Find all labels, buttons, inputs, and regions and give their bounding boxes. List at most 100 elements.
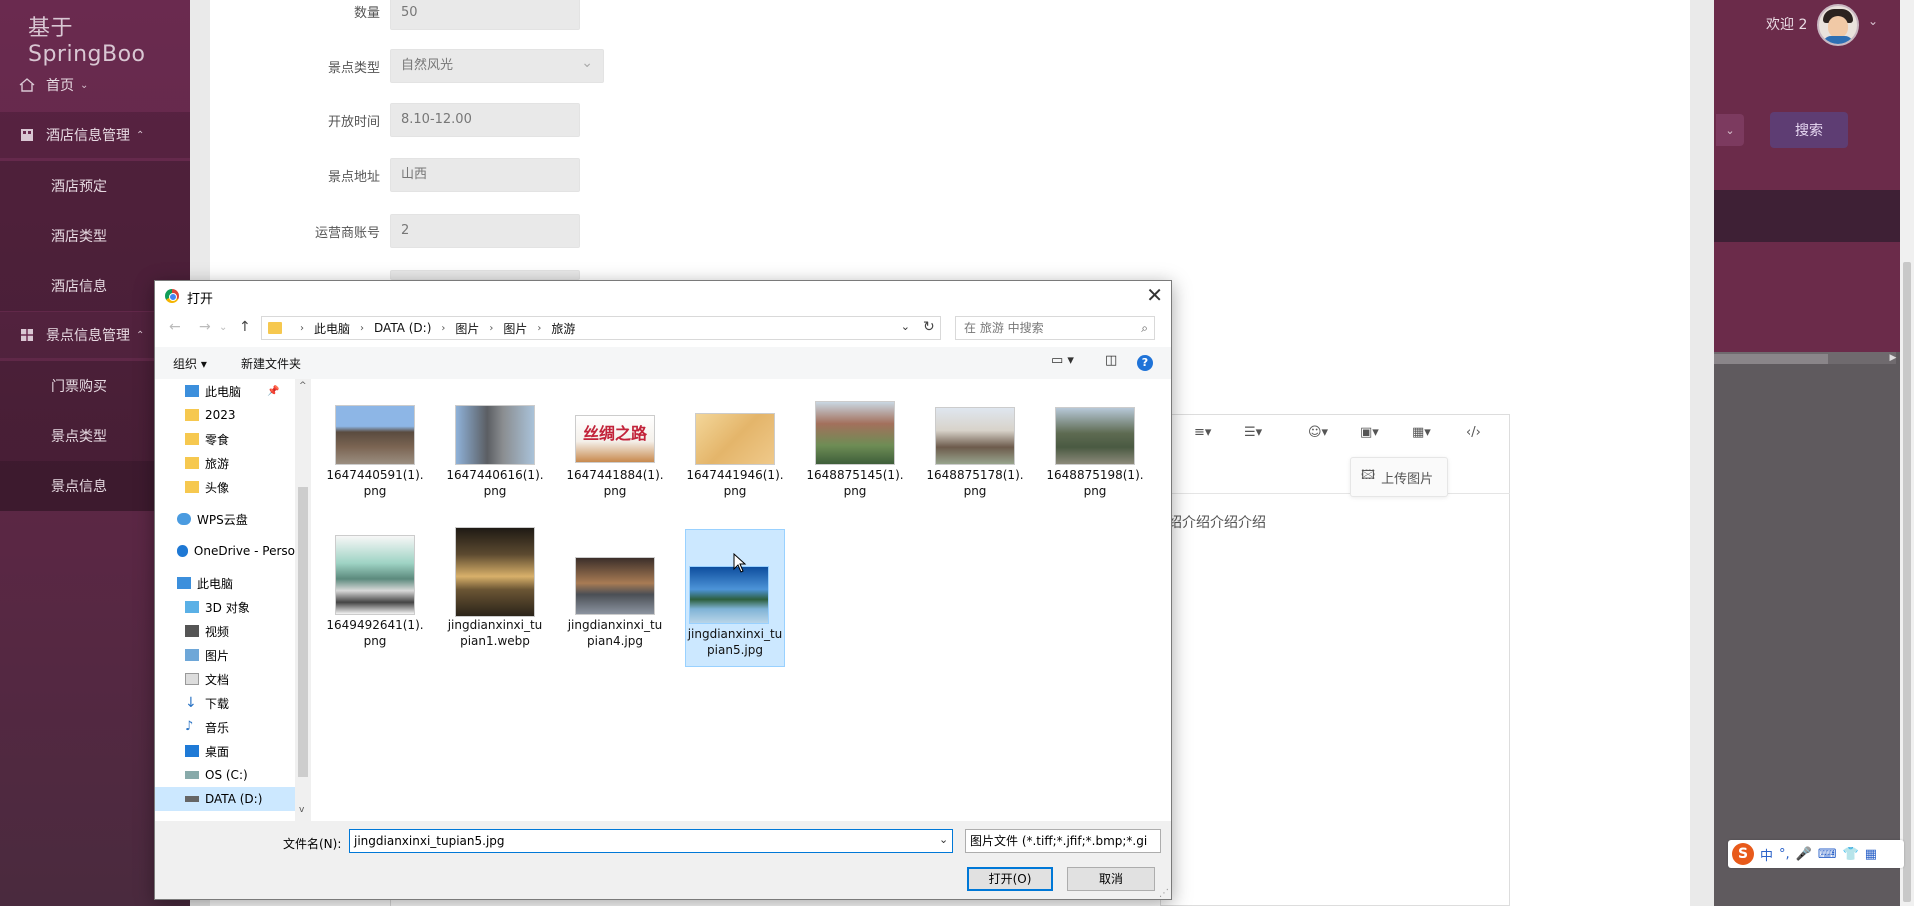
scroll-right-icon[interactable]: ▶	[1886, 352, 1900, 364]
indent-icon[interactable]: ☰▾	[1244, 425, 1262, 445]
pc-icon	[185, 385, 199, 397]
scroll-down-icon[interactable]: v	[299, 805, 304, 815]
sidebar-item-hotel-booking[interactable]: 酒店预定	[0, 161, 190, 211]
tree-item-this-pc[interactable]: 此电脑	[177, 571, 233, 595]
cancel-button[interactable]: 取消	[1067, 867, 1155, 891]
keyboard-icon[interactable]: ⌨	[1818, 847, 1837, 862]
tree-item-os-c[interactable]: OS (C:)	[185, 763, 248, 787]
tree-item-wps[interactable]: WPS云盘	[177, 507, 248, 531]
avatar[interactable]	[1817, 4, 1859, 46]
next-field[interactable]	[390, 270, 580, 280]
forward-icon[interactable]: →	[199, 319, 211, 335]
tree-item-3d[interactable]: 3D 对象	[185, 595, 250, 619]
address-field[interactable]: 山西	[390, 158, 580, 192]
skin-icon[interactable]: 👕	[1843, 847, 1859, 862]
scroll-up-icon[interactable]: ^	[299, 381, 307, 391]
emoji-icon[interactable]: ☺▾	[1308, 425, 1328, 445]
new-folder-button[interactable]: 新建文件夹	[241, 355, 301, 372]
navigation-scrollbar-thumb[interactable]	[298, 487, 308, 777]
sidebar-item-hotel-type[interactable]: 酒店类型	[0, 211, 190, 261]
help-icon[interactable]: ?	[1137, 355, 1153, 371]
up-icon[interactable]: ↑	[239, 319, 251, 335]
folder-search-input[interactable]: 在 旅游 中搜索 ⌕	[955, 316, 1155, 340]
image-icon[interactable]: ▣▾	[1360, 425, 1379, 445]
file-name: jingdianxinxi_tu pian5.jpg	[687, 627, 783, 657]
view-options-icon[interactable]: ▭ ▾	[1051, 353, 1074, 368]
pin-icon: 📌	[267, 385, 280, 397]
operator-account-field[interactable]: 2	[390, 214, 580, 248]
filename-input[interactable]: jingdianxinxi_tupian5.jpg	[349, 829, 953, 853]
resize-grip-icon[interactable]: ⋰	[1159, 888, 1169, 899]
file-item[interactable]: 1647440616(1). png	[445, 399, 545, 529]
drive-icon	[185, 796, 199, 802]
table-hscroll-thumb[interactable]	[1714, 354, 1828, 364]
tree-item-downloads[interactable]: ↓ 下载	[185, 691, 229, 715]
file-item[interactable]: 1648875178(1). png	[925, 399, 1025, 529]
tree-item-quick-pc[interactable]: 此电脑 📌	[185, 379, 279, 403]
breadcrumb-item[interactable]: 图片	[455, 320, 479, 337]
tree-item-travel[interactable]: 旅游	[185, 451, 229, 475]
search-icon[interactable]: ⌕	[1141, 317, 1148, 339]
sidebar-item-home[interactable]: 首页 ⌄	[0, 62, 190, 108]
address-dropdown-icon[interactable]: ⌄	[901, 320, 910, 333]
editor-content[interactable]: 绍介绍介绍介绍	[1168, 512, 1266, 532]
file-item[interactable]: 丝绸之路 1647441884(1). png	[565, 399, 665, 529]
ime-toolbar[interactable]: S 中 °, 🎤 ⌨ 👕 ▦	[1728, 840, 1904, 868]
back-icon[interactable]: ←	[169, 319, 181, 335]
sidebar-group-hotel[interactable]: 酒店信息管理 ⌃	[0, 112, 190, 158]
tree-item-pictures[interactable]: 图片	[185, 643, 229, 667]
ime-lang[interactable]: 中	[1760, 845, 1773, 864]
tree-item-avatar[interactable]: 头像	[185, 475, 229, 499]
organize-button[interactable]: 组织 ▾	[173, 355, 207, 372]
tree-item-onedrive[interactable]: OneDrive - Perso	[177, 539, 295, 563]
breadcrumb-item[interactable]: 图片	[503, 320, 527, 337]
file-thumbnail	[695, 413, 775, 465]
open-button[interactable]: 打开(O)	[967, 867, 1053, 891]
quantity-field[interactable]: 50	[390, 0, 580, 30]
tree-item-2023[interactable]: 2023	[185, 403, 236, 427]
align-icon[interactable]: ≡▾	[1194, 425, 1211, 445]
tree-item-desktop[interactable]: 桌面	[185, 739, 229, 763]
tree-item-video[interactable]: 视频	[185, 619, 229, 643]
search-select-edge[interactable]: ⌄	[1716, 114, 1744, 146]
file-item-selected[interactable]: jingdianxinxi_tu pian5.jpg	[685, 529, 785, 667]
breadcrumb-item[interactable]: 旅游	[551, 320, 575, 337]
search-button[interactable]: 搜索	[1770, 112, 1848, 148]
address-bar[interactable]: › 此电脑 › DATA (D:) › 图片 › 图片 › 旅游 ⌄	[261, 316, 941, 340]
recent-dropdown-icon[interactable]: ⌄	[219, 322, 227, 333]
tree-item-data-d[interactable]: DATA (D:)	[155, 787, 295, 811]
refresh-icon[interactable]: ↻	[923, 319, 935, 335]
file-item[interactable]: 1647441946(1). png	[685, 399, 785, 529]
code-icon[interactable]: ‹/›	[1466, 425, 1481, 445]
filetype-select[interactable]: 图片文件 (*.tiff;*.jfif;*.bmp;*.gi	[965, 829, 1161, 853]
grid-icon[interactable]: ▦	[1865, 847, 1877, 862]
mic-icon[interactable]: 🎤	[1796, 847, 1812, 862]
breadcrumb-item[interactable]: DATA (D:)	[374, 321, 431, 335]
tree-item-snacks[interactable]: 零食	[185, 427, 229, 451]
preview-pane-icon[interactable]: ◫	[1105, 353, 1117, 368]
file-item[interactable]: 1648875145(1). png	[805, 399, 905, 529]
scenic-type-select[interactable]: 自然风光	[390, 47, 604, 83]
page-scrollbar-thumb[interactable]	[1903, 262, 1911, 902]
punctuation-icon[interactable]: °,	[1779, 847, 1790, 862]
close-icon[interactable]: ✕	[1146, 283, 1163, 307]
open-time-field[interactable]: 8.10-12.00	[390, 103, 580, 137]
table-header-strip	[1714, 190, 1914, 242]
file-thumbnail	[335, 405, 415, 465]
tree-item-docs[interactable]: 文档	[185, 667, 229, 691]
file-item[interactable]: 1647440591(1). png	[325, 399, 425, 529]
upload-image-menu-item[interactable]: 🖾 上传图片	[1350, 457, 1448, 497]
sogou-icon[interactable]: S	[1732, 843, 1754, 865]
file-item[interactable]: jingdianxinxi_tu pian1.webp	[445, 527, 545, 665]
file-item[interactable]: 1648875198(1). png	[1045, 399, 1145, 529]
tree-item-music[interactable]: ♪ 音乐	[185, 715, 229, 739]
file-item[interactable]: 1649492641(1). png	[325, 535, 425, 665]
tree-item-label: 此电脑	[197, 576, 234, 591]
file-item[interactable]: jingdianxinxi_tu pian4.jpg	[565, 535, 665, 665]
breadcrumb: › 此电脑 › DATA (D:) › 图片 › 图片 › 旅游	[290, 320, 575, 337]
table-icon[interactable]: ▦▾	[1412, 425, 1431, 445]
video-icon	[185, 625, 199, 637]
filename-dropdown-icon[interactable]: ⌄	[939, 833, 948, 846]
breadcrumb-item[interactable]: 此电脑	[314, 320, 350, 337]
chevron-down-icon[interactable]: ⌄	[1868, 14, 1878, 28]
